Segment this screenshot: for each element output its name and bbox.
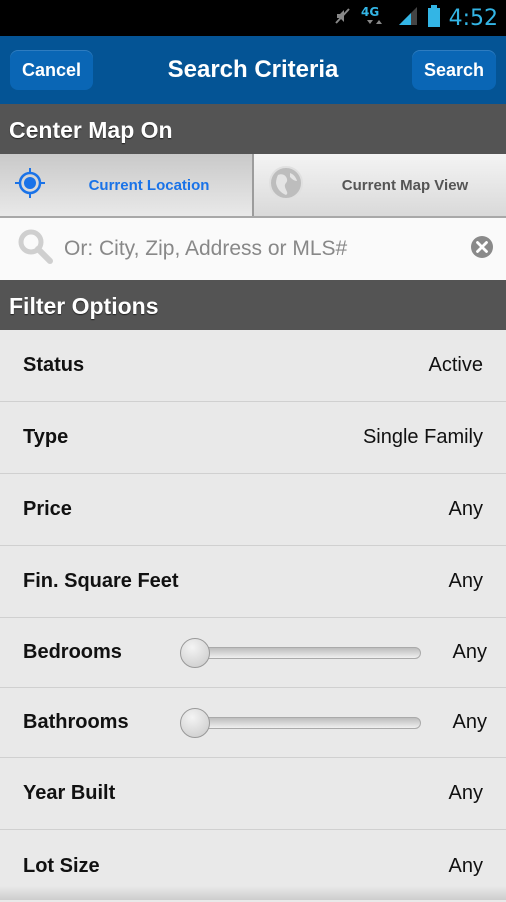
filter-list: Status Active Type Single Family Price A… [0,330,506,902]
location-search-input[interactable] [64,237,470,261]
filter-label: Bedrooms [23,641,183,664]
signal-icon [397,5,419,32]
filter-value: Any [449,498,483,521]
bathrooms-slider-thumb[interactable] [180,708,210,738]
svg-text:4G: 4G [361,5,379,19]
filter-value: Any [449,855,483,878]
filter-value: Any [449,782,483,805]
current-location-label: Current Location [46,177,252,194]
location-search-row [0,218,506,280]
current-map-view-label: Current Map View [304,177,506,194]
filter-value: Any [453,711,487,734]
bedrooms-slider-thumb[interactable] [180,638,210,668]
filter-label: Lot Size [23,855,183,878]
filter-row-status[interactable]: Status Active [0,330,506,402]
network-4g-icon: 4G [361,4,389,33]
filter-label: Type [23,426,183,449]
filter-value: Any [453,641,487,664]
current-location-option[interactable]: Current Location [0,154,254,216]
crosshair-icon [14,167,46,204]
center-map-segmented-control: Current Location Current Map View [0,154,506,218]
cancel-button[interactable]: Cancel [10,50,93,90]
filter-label: Status [23,354,183,377]
filter-row-type[interactable]: Type Single Family [0,402,506,474]
section-header-filter-options: Filter Options [0,280,506,330]
current-map-view-option[interactable]: Current Map View [254,154,506,216]
filter-row-price[interactable]: Price Any [0,474,506,546]
filter-label: Year Built [23,782,183,805]
filter-label: Price [23,498,183,521]
search-button[interactable]: Search [412,50,496,90]
bathrooms-slider[interactable] [183,717,421,729]
mute-icon [333,6,353,31]
status-bar: 4G 4:52 [0,0,506,36]
bedrooms-slider[interactable] [183,647,421,659]
filter-label: Bathrooms [23,711,183,734]
scroll-shadow [0,886,506,900]
clear-search-icon[interactable] [470,235,494,264]
globe-icon [268,165,304,206]
header-bar: Cancel Search Criteria Search [0,36,506,104]
battery-icon [427,5,441,32]
filter-row-year-built[interactable]: Year Built Any [0,758,506,830]
filter-row-bedrooms: Bedrooms Any [0,618,506,688]
search-icon [16,227,56,272]
filter-label: Fin. Square Feet [23,570,179,593]
filter-value: Active [429,354,483,377]
filter-row-bathrooms: Bathrooms Any [0,688,506,758]
filter-row-fin-square-feet[interactable]: Fin. Square Feet Any [0,546,506,618]
section-header-center-map: Center Map On [0,104,506,154]
filter-value: Single Family [363,426,483,449]
clock: 4:52 [449,6,498,31]
filter-value: Any [449,570,483,593]
